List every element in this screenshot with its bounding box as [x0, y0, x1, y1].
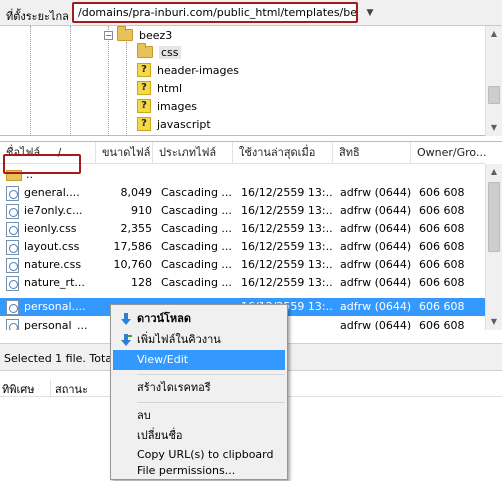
remote-path-bar: ที่ตั้งระยะไกล /domains/pra-inburi.com/p…: [0, 0, 502, 26]
tree-scrollbar[interactable]: ▲ ▼: [485, 26, 502, 136]
menu-item-rename[interactable]: เปลี่ยนชื่อ: [113, 426, 285, 446]
css-file-icon: [6, 258, 19, 273]
scroll-up-icon[interactable]: ▲: [486, 164, 502, 180]
unknown-folder-icon: ?: [137, 81, 151, 95]
file-row[interactable]: ie7only.c... 910 Cascading ... 16/12/255…: [0, 202, 485, 220]
file-row[interactable]: nature_rt... 128 Cascading ... 16/12/255…: [0, 274, 485, 292]
unknown-folder-icon: ?: [137, 99, 151, 113]
menu-item-create-directory[interactable]: สร้างไดเรคทอรี: [113, 378, 285, 398]
folder-icon: [137, 43, 153, 58]
menu-separator: [137, 374, 285, 375]
tree-item-header-images[interactable]: ? header-images: [137, 61, 239, 79]
status-text: Selected 1 file. Total: [4, 352, 116, 365]
scrollbar-thumb[interactable]: [488, 86, 500, 104]
tree-item-label: javascript: [157, 117, 211, 131]
css-file-icon: [6, 240, 19, 255]
css-file-icon: [6, 186, 19, 201]
download-arrow-icon: [121, 313, 131, 325]
collapse-icon[interactable]: −: [104, 30, 113, 40]
remote-directory-tree: − beez3 css ? header-images ? html ? ima…: [0, 26, 502, 136]
tree-item-images[interactable]: ? images: [137, 97, 197, 115]
selected-file-highlight: [3, 154, 81, 174]
menu-item-download[interactable]: ดาวน์โหลด: [113, 309, 285, 329]
menu-separator: [137, 402, 285, 403]
css-file-icon: [6, 222, 19, 237]
menu-item-view-edit[interactable]: View/Edit: [113, 350, 285, 370]
menu-item-file-permissions[interactable]: File permissions...: [113, 461, 285, 481]
tree-item-html[interactable]: ? html: [137, 79, 182, 97]
file-list-scrollbar[interactable]: ▲ ▼: [485, 164, 502, 330]
folder-icon: [117, 26, 133, 41]
unknown-folder-icon: ?: [137, 117, 151, 131]
remote-site-label: ที่ตั้งระยะไกล: [6, 10, 69, 23]
menu-item-add-to-queue[interactable]: เพิ่มไฟล์ในคิวงาน: [113, 330, 285, 350]
css-file-icon: [6, 300, 19, 315]
scroll-down-icon[interactable]: ▼: [486, 314, 502, 330]
scroll-down-icon[interactable]: ▼: [486, 120, 502, 136]
column-header-type[interactable]: ประเภทไฟล์: [153, 142, 233, 164]
tree-item-label: images: [157, 99, 197, 113]
menu-item-delete[interactable]: ลบ: [113, 406, 285, 426]
file-row[interactable]: ieonly.css 2,355 Cascading ... 16/12/255…: [0, 220, 485, 238]
tree-item-label: html: [157, 81, 183, 95]
column-header-permissions[interactable]: สิทธิ: [333, 142, 411, 164]
tree-item-label: css: [159, 45, 181, 59]
chevron-down-icon[interactable]: ▼: [362, 4, 378, 22]
scroll-up-icon[interactable]: ▲: [486, 26, 502, 42]
remote-path-input[interactable]: /domains/pra-inburi.com/public_html/temp…: [72, 2, 358, 23]
column-header-owner[interactable]: Owner/Gro...: [411, 142, 486, 164]
css-file-icon: [6, 204, 19, 219]
tree-item-beez3[interactable]: − beez3: [104, 26, 172, 44]
unknown-folder-icon: ?: [137, 63, 151, 77]
queue-column-status[interactable]: สถานะ: [50, 380, 88, 398]
file-row[interactable]: nature.css 10,760 Cascading ... 16/12/25…: [0, 256, 485, 274]
css-file-icon: [6, 276, 19, 291]
css-file-icon: [6, 319, 19, 330]
file-row[interactable]: layout.css 17,586 Cascading ... 16/12/25…: [0, 238, 485, 256]
tree-item-javascript[interactable]: ? javascript: [137, 115, 211, 133]
file-row[interactable]: general.... 8,049 Cascading ... 16/12/25…: [0, 184, 485, 202]
tree-item-label: beez3: [139, 28, 173, 42]
scrollbar-thumb[interactable]: [488, 182, 500, 252]
queue-column-direction[interactable]: ทิพิเศษ: [2, 380, 35, 398]
column-header-size[interactable]: ขนาดไฟล์: [96, 142, 153, 164]
tree-item-label: header-images: [157, 63, 240, 77]
tree-item-css[interactable]: css: [137, 43, 181, 61]
queue-add-arrow-icon: [121, 334, 132, 346]
context-menu: ดาวน์โหลด เพิ่มไฟล์ในคิวงาน View/Edit สร…: [110, 304, 288, 480]
column-header-modified[interactable]: ใช้งานล่าสุดเมื่อ: [233, 142, 333, 164]
